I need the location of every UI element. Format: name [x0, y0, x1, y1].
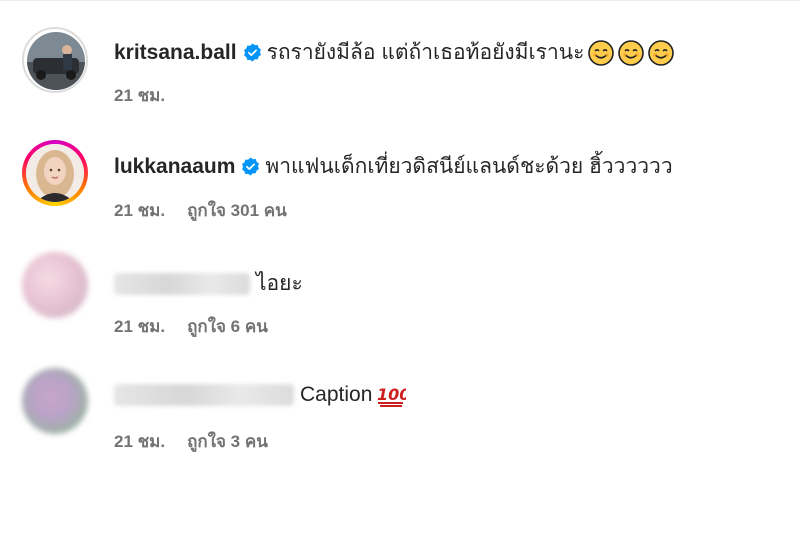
hidden-username[interactable]: [114, 384, 294, 406]
comment-likes[interactable]: ถูกใจ 301 คน: [187, 197, 287, 224]
comment-meta: 21 ชม. ถูกใจ 6 คน: [114, 313, 268, 340]
comment-text: Caption: [300, 383, 373, 406]
comment-text: ไอยะ: [256, 272, 303, 295]
avatar-image-icon: [26, 144, 84, 202]
comment-time[interactable]: 21 ชม.: [114, 82, 165, 109]
top-divider: [0, 0, 800, 1]
comment-text: พาแฟนเด็กเที่ยวดิสนีย์แลนด์ชะด้วย ฮิ้ววว…: [265, 155, 673, 178]
comment-username[interactable]: kritsana.ball: [114, 41, 237, 65]
comment-time[interactable]: 21 ชม.: [114, 197, 165, 224]
comment-username[interactable]: lukkanaaum: [114, 155, 235, 179]
comment-time[interactable]: 21 ชม.: [114, 313, 165, 340]
smiling-face-icon: [588, 39, 615, 66]
comment-meta: 21 ชม.: [114, 82, 165, 109]
comment-body: kritsana.ball รถรายังมีล้อ แต่ถ้าเธอท้อย…: [114, 36, 675, 69]
avatar[interactable]: [22, 27, 88, 93]
comment-body: Caption 100: [114, 382, 406, 408]
verified-badge-icon: [243, 43, 261, 62]
avatar-photo: [26, 144, 84, 202]
smiling-face-icon: [618, 39, 645, 66]
svg-text:100: 100: [377, 385, 406, 404]
avatar-photo: [27, 32, 85, 90]
comment-time[interactable]: 21 ชม.: [114, 428, 165, 455]
comment-body: ไอยะ: [114, 267, 303, 300]
hundred-points-icon: 100: [377, 385, 406, 407]
avatar-image-icon: [27, 32, 85, 90]
comment-meta: 21 ชม. ถูกใจ 301 คน: [114, 197, 287, 224]
comment-likes[interactable]: ถูกใจ 6 คน: [187, 313, 268, 340]
avatar[interactable]: [22, 368, 88, 434]
smiling-face-icon: [648, 39, 675, 66]
hidden-username[interactable]: [114, 272, 250, 295]
comment-likes[interactable]: ถูกใจ 3 คน: [187, 428, 268, 455]
comment-body: lukkanaaum พาแฟนเด็กเที่ยวดิสนีย์แลนด์ชะ…: [114, 150, 673, 183]
verified-badge-icon: [242, 157, 260, 176]
comment-text: รถรายังมีล้อ แต่ถ้าเธอท้อยังมีเรานะ: [266, 41, 585, 64]
avatar[interactable]: [22, 252, 88, 318]
avatar[interactable]: [22, 140, 88, 206]
comment-meta: 21 ชม. ถูกใจ 3 คน: [114, 428, 268, 455]
